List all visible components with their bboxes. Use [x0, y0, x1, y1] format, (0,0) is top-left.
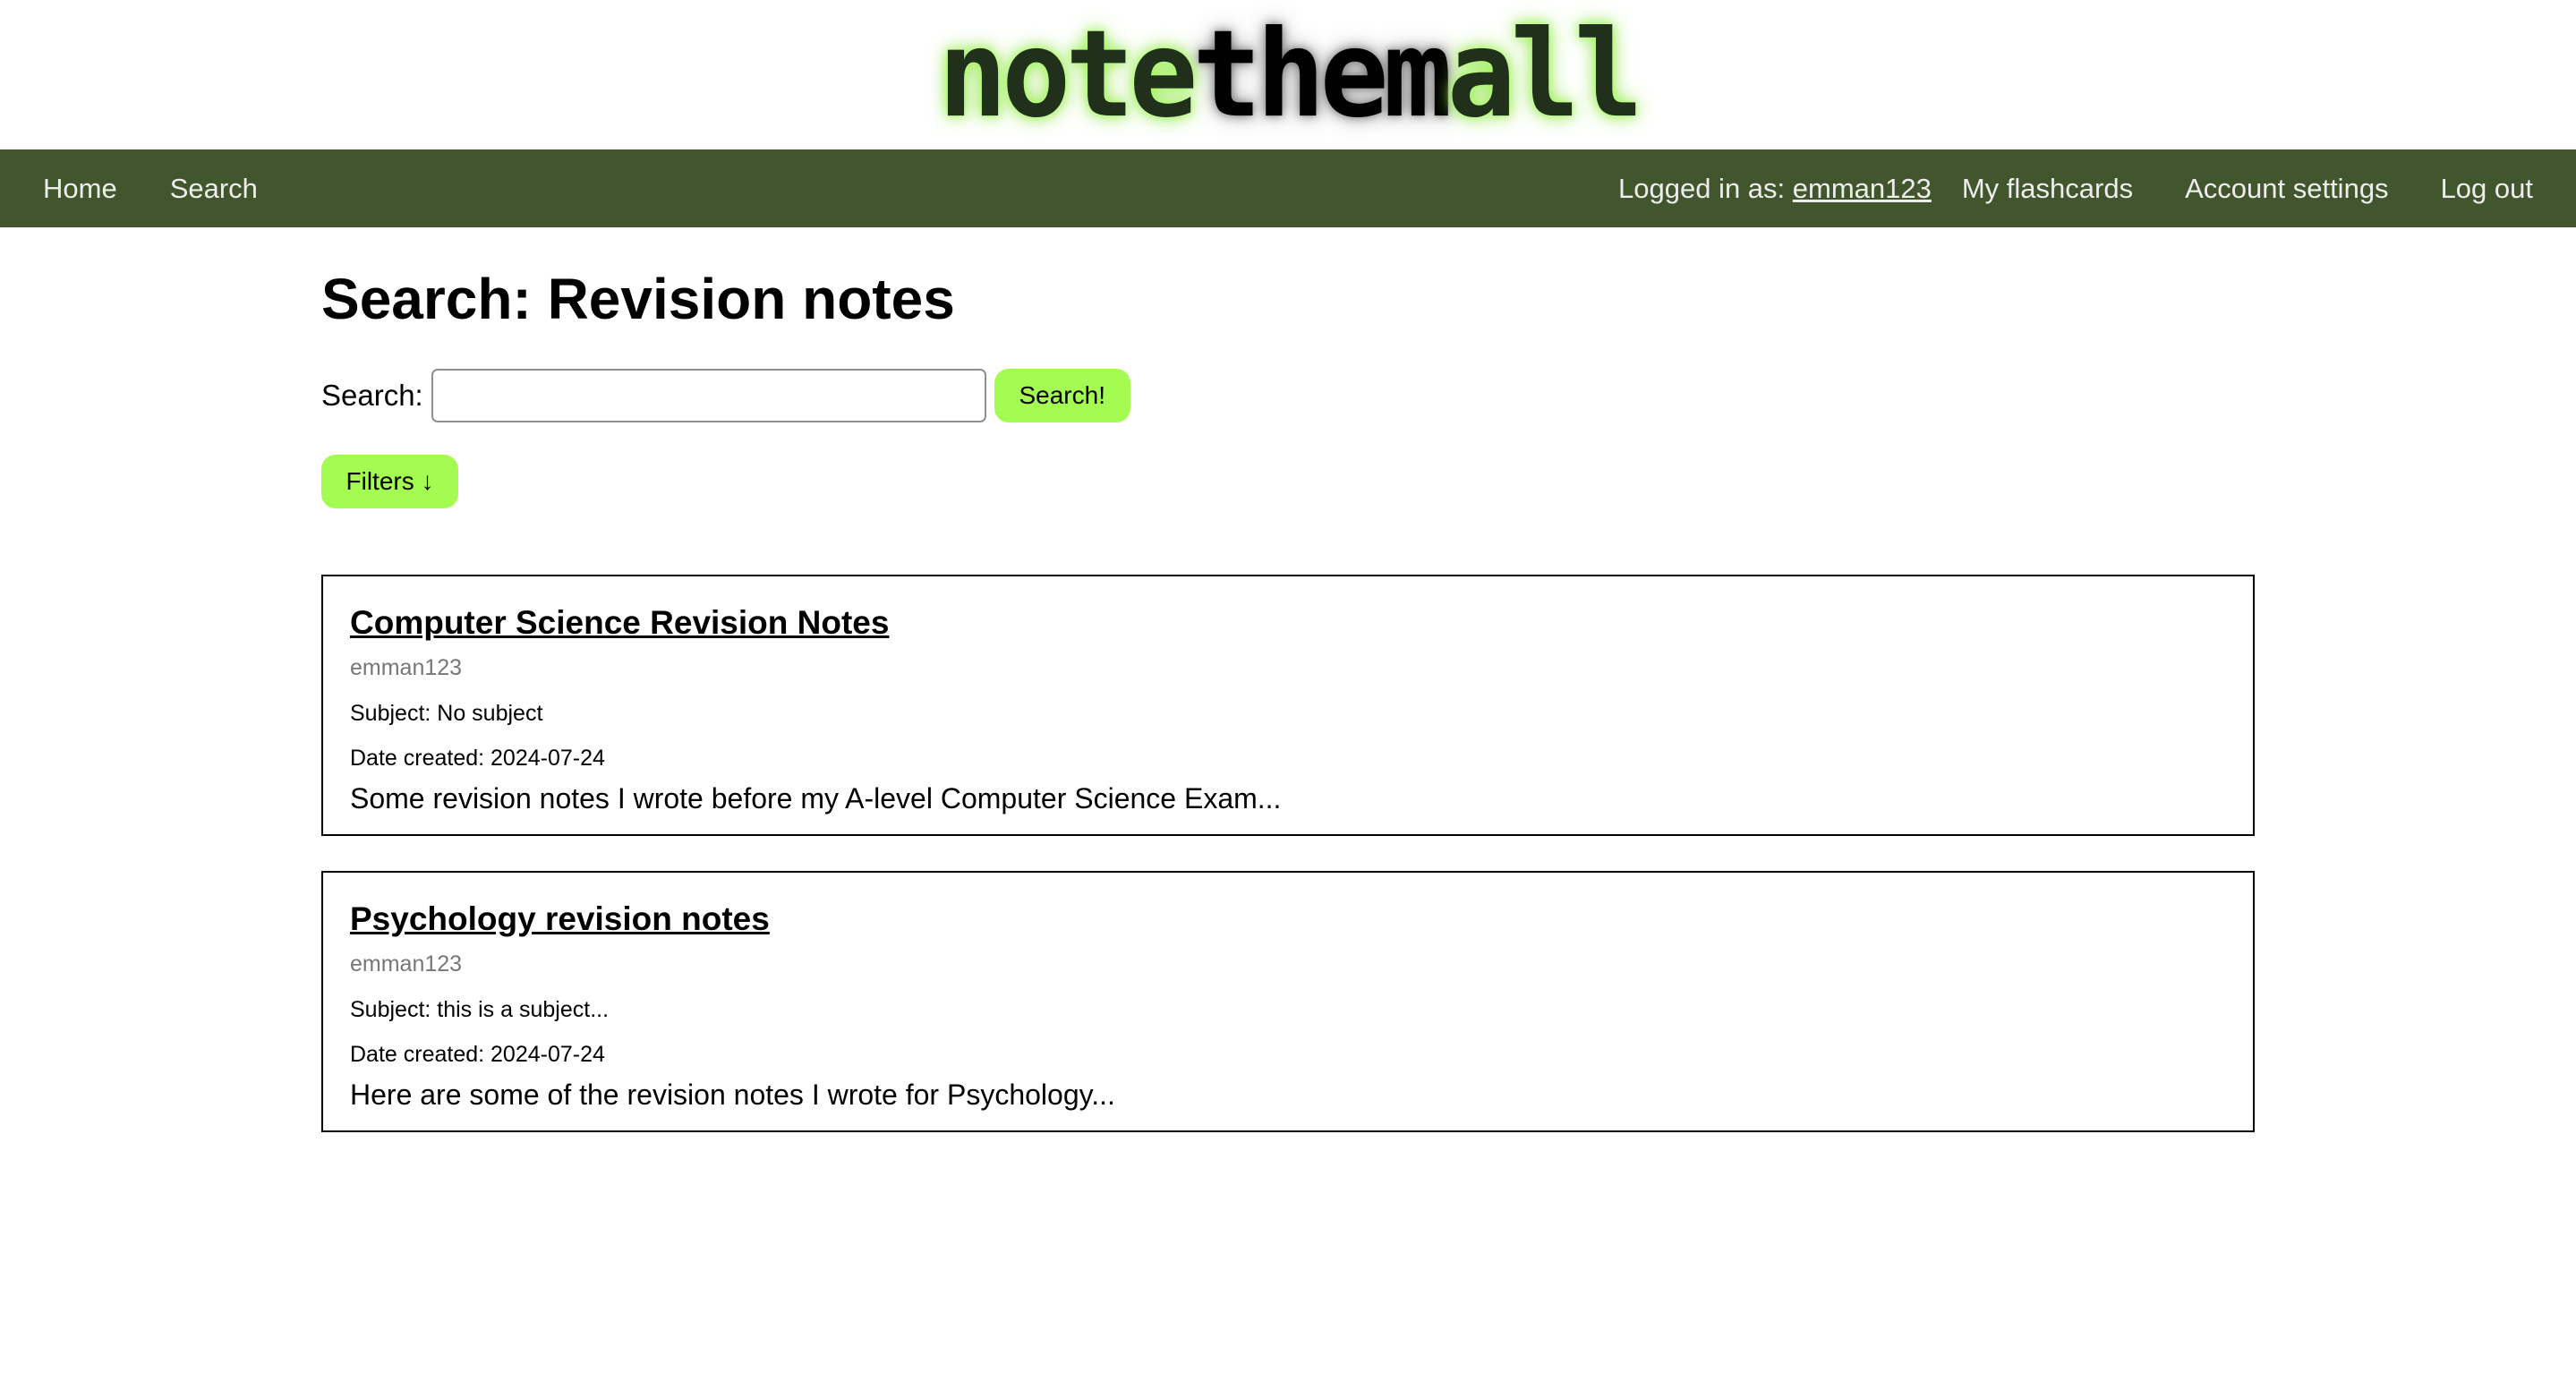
- results-list: Computer Science Revision Notes emman123…: [321, 574, 2255, 1132]
- page-title: Search: Revision notes: [321, 267, 955, 331]
- logged-in-label: Logged in as:: [1618, 172, 1793, 204]
- username-link[interactable]: emman123: [1793, 173, 1932, 204]
- result-title-link[interactable]: Psychology revision notes: [350, 900, 770, 939]
- filters-button[interactable]: Filters ↓: [321, 454, 458, 508]
- result-title-link[interactable]: Computer Science Revision Notes: [350, 603, 889, 643]
- result-description: Some revision notes I wrote before my A-…: [350, 781, 1282, 814]
- result-author: emman123: [350, 654, 463, 680]
- result-description: Here are some of the revision notes I wr…: [350, 1078, 1115, 1111]
- nav-flashcards-link[interactable]: My flashcards: [1962, 173, 2133, 205]
- result-author: emman123: [350, 951, 463, 976]
- result-subject: Subject: this is a subject...: [350, 996, 610, 1022]
- logo-text-note: note: [938, 4, 1198, 145]
- search-input[interactable]: [431, 368, 986, 422]
- nav-account-settings-link[interactable]: Account settings: [2185, 173, 2388, 205]
- search-form: Search: Search!: [321, 368, 2255, 422]
- site-header: notethemall: [0, 0, 2576, 149]
- logo-text-them: them: [1192, 4, 1452, 145]
- site-logo[interactable]: notethemall: [938, 14, 1643, 134]
- result-card: Computer Science Revision Notes emman123…: [321, 574, 2255, 836]
- logo-text-all: all: [1446, 4, 1643, 145]
- search-label: Search:: [321, 378, 423, 412]
- result-date: Date created: 2024-07-24: [350, 745, 605, 771]
- nav-logout-link[interactable]: Log out: [2441, 173, 2533, 205]
- nav-bar: Home Search Logged in as: emman123 My fl…: [0, 149, 2576, 227]
- search-button[interactable]: Search!: [994, 368, 1130, 422]
- result-card: Psychology revision notes emman123 Subje…: [321, 870, 2255, 1132]
- result-subject: Subject: No subject: [350, 700, 543, 726]
- logged-in-status: Logged in as: emman123: [1618, 173, 1932, 205]
- page: notethemall Home Search Logged in as: em…: [0, 0, 2576, 1373]
- nav-right: Logged in as: emman123 My flashcards Acc…: [1618, 173, 2533, 205]
- result-date: Date created: 2024-07-24: [350, 1041, 605, 1067]
- nav-search-link[interactable]: Search: [170, 173, 258, 205]
- nav-home-link[interactable]: Home: [43, 173, 117, 205]
- main-content: Search: Revision notes Search: Search! F…: [321, 227, 2255, 1167]
- nav-left: Home Search: [43, 173, 311, 205]
